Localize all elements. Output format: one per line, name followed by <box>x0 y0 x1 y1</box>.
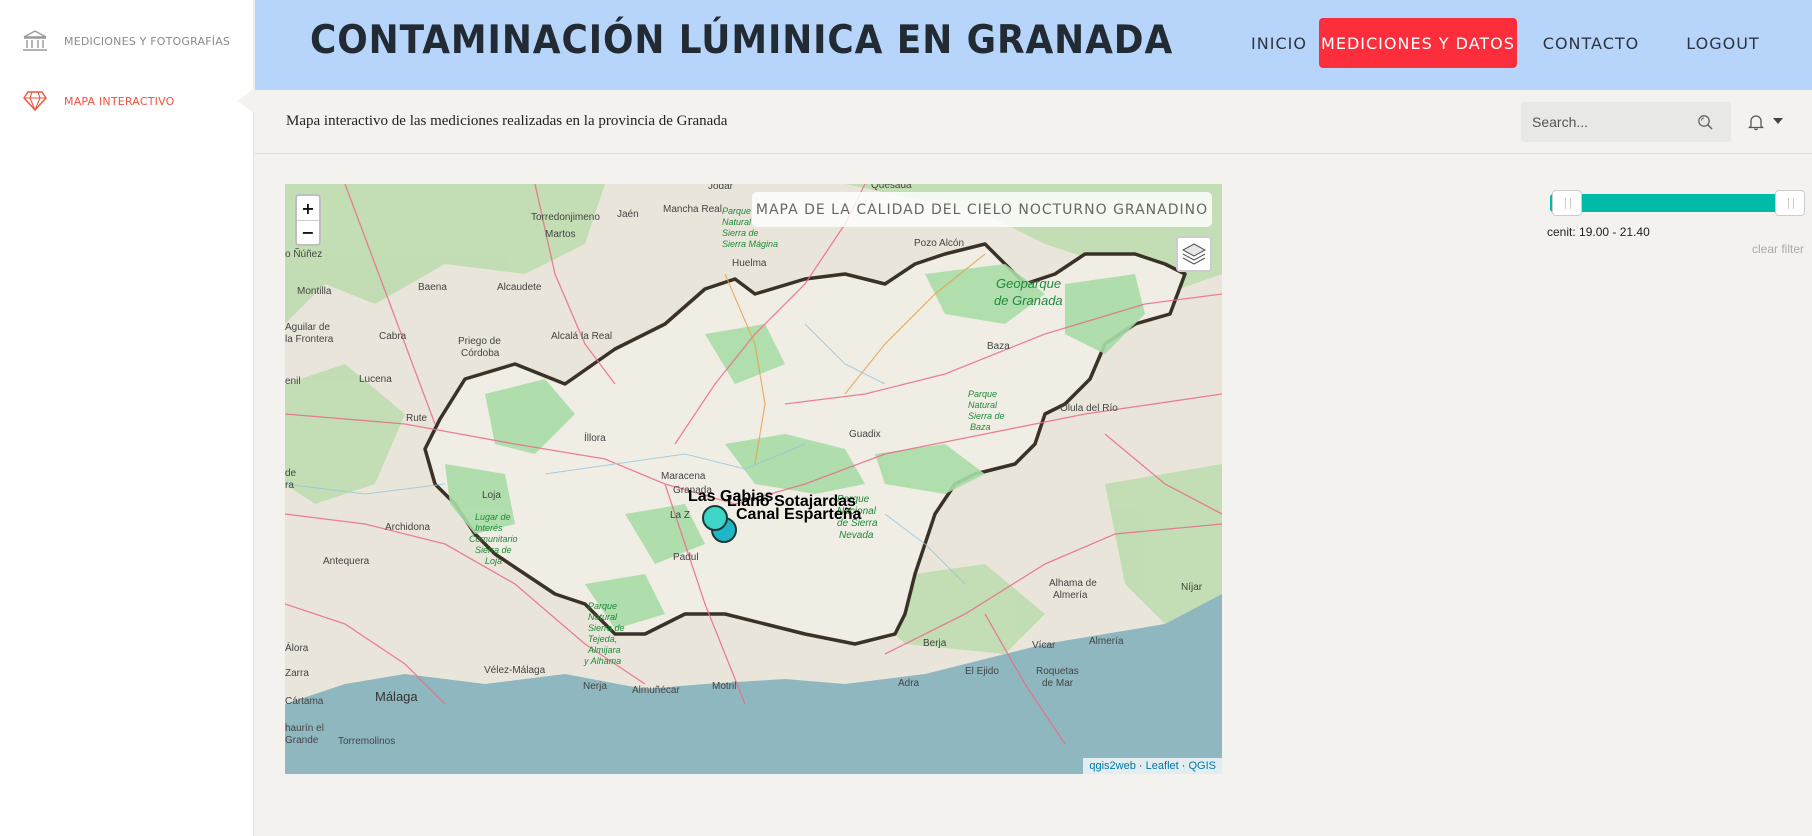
attribution-link-leaflet[interactable]: Leaflet <box>1146 760 1179 772</box>
attribution-link-qgis2web[interactable]: qgis2web <box>1089 760 1135 772</box>
sidebar-item-label: Mediciones y fotografías <box>64 34 231 48</box>
zoom-control: + − <box>295 194 321 246</box>
nav-inicio[interactable]: INICIO <box>1231 18 1327 68</box>
active-item-pointer <box>238 88 254 114</box>
zoom-out-button[interactable]: − <box>297 220 319 244</box>
diamond-icon <box>22 88 48 114</box>
nav-contacto[interactable]: CONTACTO <box>1529 18 1653 68</box>
search-icon[interactable] <box>1695 112 1715 132</box>
range-label: cenit: 19.00 - 21.40 <box>1547 225 1650 239</box>
page-title: CONTAMINACIÓN LÚMINICA EN GRANADA <box>310 18 1174 63</box>
map-title: MAPA DE LA CALIDAD DEL CIELO NOCTURNO GR… <box>752 192 1212 227</box>
nav-logout[interactable]: LOGOUT <box>1669 18 1777 68</box>
cenit-range-slider[interactable] <box>1550 190 1805 218</box>
marker-label-canal-espartena: Canal Esparteña <box>736 506 861 523</box>
slider-handle-min[interactable] <box>1552 190 1582 216</box>
search-input[interactable] <box>1521 103 1691 141</box>
map-attribution: qgis2web · Leaflet · QGIS <box>1083 758 1222 774</box>
sub-header: Mapa interactivo de las mediciones reali… <box>255 90 1812 154</box>
attribution-link-qgis[interactable]: QGIS <box>1188 760 1216 772</box>
interactive-map[interactable]: Jódar Quesada Torredonjimeno Jaén Mancha… <box>285 184 1222 774</box>
search-box <box>1521 102 1731 142</box>
zoom-in-button[interactable]: + <box>297 196 319 220</box>
nav-mediciones-y-datos[interactable]: MEDICIONES Y DATOS <box>1319 18 1517 68</box>
museum-icon <box>22 28 48 54</box>
chevron-down-icon[interactable] <box>1773 118 1783 124</box>
marker-las-gabias[interactable] <box>702 505 728 531</box>
top-navbar: CONTAMINACIÓN LÚMINICA EN GRANADA INICIO… <box>255 0 1812 90</box>
sidebar-item-mapa-interactivo[interactable]: Mapa interactivo <box>22 86 174 116</box>
slider-track[interactable] <box>1550 194 1792 212</box>
sidebar-item-mediciones[interactable]: Mediciones y fotografías <box>22 26 230 56</box>
map-markers: Las Gabias Llano Sotajardas Canal Espart… <box>688 488 861 543</box>
layers-icon[interactable] <box>1176 236 1212 272</box>
section-title: Mapa interactivo de las mediciones reali… <box>286 113 728 129</box>
sidebar: Mediciones y fotografías Mapa interactiv… <box>0 0 254 836</box>
attribution-separator: · <box>1138 760 1146 772</box>
bell-icon[interactable] <box>1747 112 1767 132</box>
clear-filter-link[interactable]: clear filter <box>1752 242 1804 256</box>
sidebar-item-label: Mapa interactivo <box>64 94 175 108</box>
slider-handle-max[interactable] <box>1775 190 1805 216</box>
